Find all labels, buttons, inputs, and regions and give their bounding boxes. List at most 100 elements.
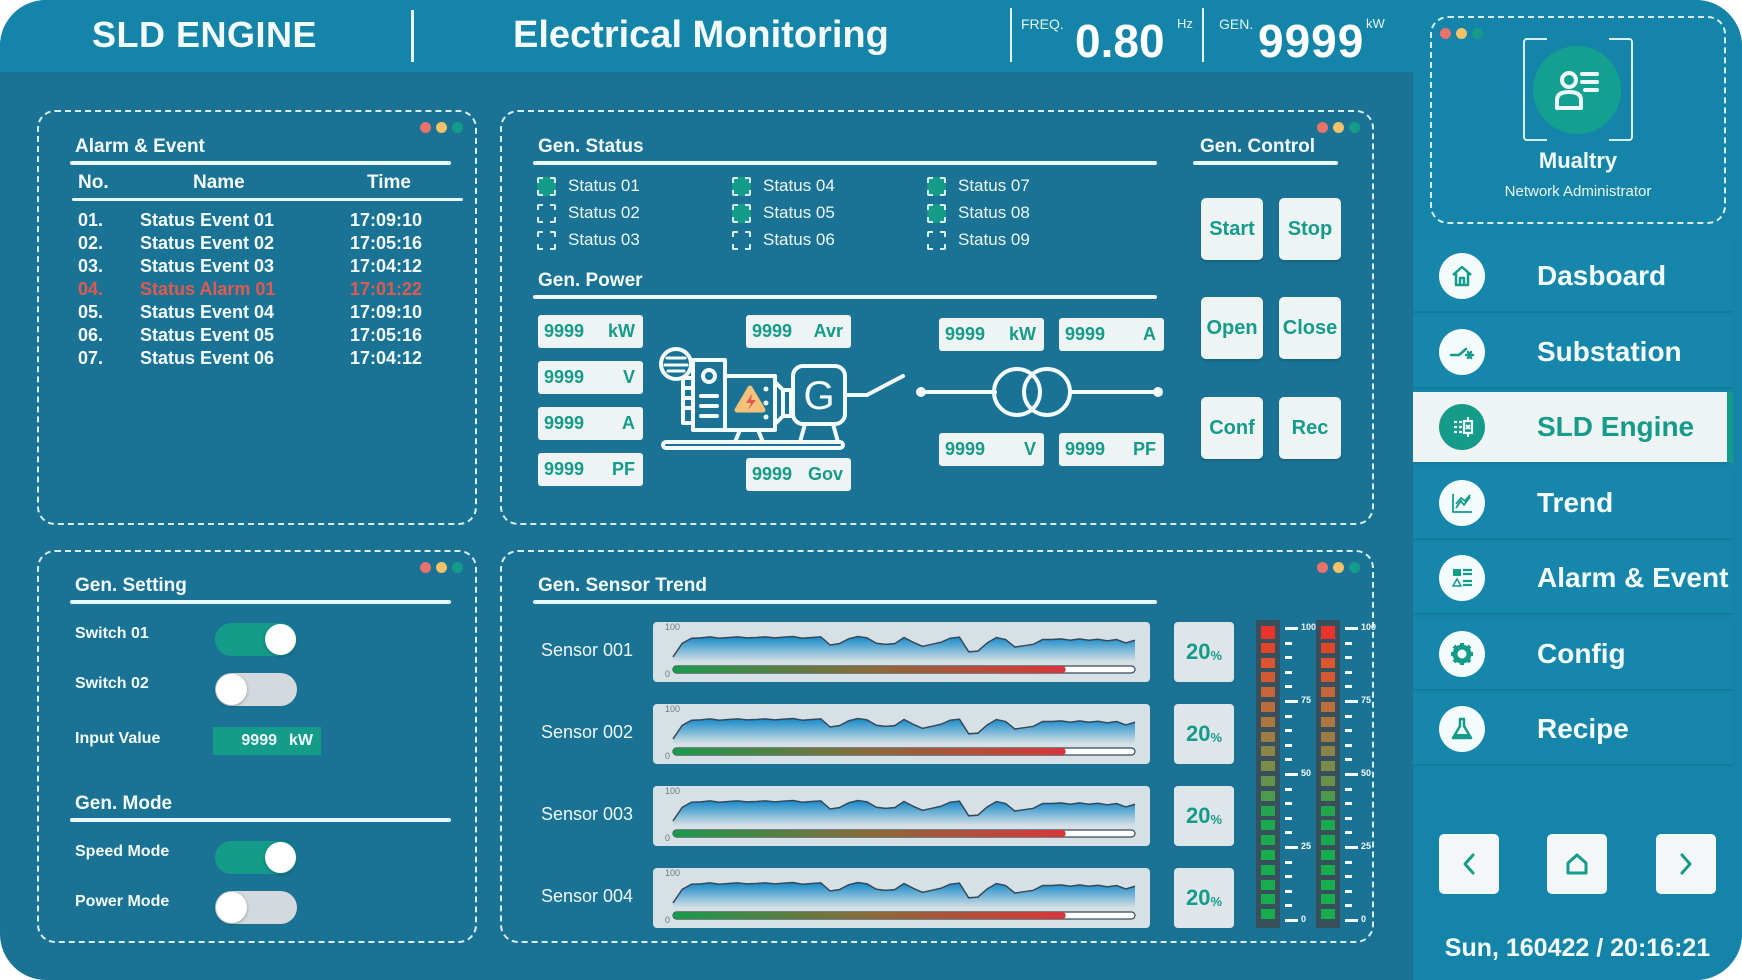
status-item[interactable]: Status 08 xyxy=(927,201,1030,225)
power-mode-toggle[interactable] xyxy=(215,891,297,924)
meter-segment xyxy=(1321,850,1335,860)
alarm-event-title: Alarm & Event xyxy=(75,136,205,157)
status-item[interactable]: Status 06 xyxy=(732,228,835,252)
nav-item-substation[interactable]: Substation xyxy=(1413,316,1733,389)
sensor-trend-chart xyxy=(672,881,1136,920)
meter-segment xyxy=(1261,672,1275,683)
alarm-row[interactable]: 04. Status Alarm 01 17:01:22 xyxy=(78,279,438,302)
sensor-percent: 20% xyxy=(1174,786,1234,846)
meter-segment xyxy=(1321,657,1335,668)
cell-no: 06. xyxy=(78,325,104,345)
gen-label: GEN. xyxy=(1219,16,1254,32)
cell-name: Status Event 05 xyxy=(140,325,275,345)
event-row[interactable]: 01. Status Event 01 17:09:10 xyxy=(78,210,438,233)
nav-item-recipe[interactable]: Recipe xyxy=(1413,694,1733,766)
table-header-line xyxy=(72,198,463,201)
switch-01-toggle[interactable] xyxy=(215,623,297,656)
window-dots xyxy=(1317,562,1360,573)
meter-tick xyxy=(1345,743,1352,747)
meter-tick xyxy=(1285,627,1298,630)
meter-segment xyxy=(1321,731,1335,742)
status-checkbox[interactable] xyxy=(927,230,946,250)
conf-button[interactable]: Conf xyxy=(1201,397,1263,459)
level-meter xyxy=(1316,620,1340,928)
nav-item-config[interactable]: Config xyxy=(1413,618,1733,691)
cell-name: Status Event 02 xyxy=(140,233,275,253)
meter-segment xyxy=(1261,894,1275,905)
user-role: Network Administrator xyxy=(1504,183,1652,200)
nav-item-alarm-event[interactable]: Alarm & Event xyxy=(1413,543,1733,615)
status-checkbox[interactable] xyxy=(732,176,751,196)
app-title: SLD ENGINE xyxy=(92,14,318,55)
event-row[interactable]: 06. Status Event 05 17:05:16 xyxy=(78,325,438,348)
gen-control-title: Gen. Control xyxy=(1200,136,1316,157)
avatar[interactable] xyxy=(1533,46,1621,134)
gen-value: 9999 xyxy=(1258,15,1365,67)
sensor-sparkline: 100 0 xyxy=(653,622,1150,682)
home-button[interactable] xyxy=(1547,834,1607,894)
status-checkbox[interactable] xyxy=(537,203,556,223)
cell-no: 03. xyxy=(78,256,104,276)
meter-segment xyxy=(1261,879,1275,890)
user-name: Mualtry xyxy=(1538,148,1618,173)
status-checkbox[interactable] xyxy=(537,230,556,250)
close-button[interactable]: Close xyxy=(1279,297,1341,359)
status-checkbox[interactable] xyxy=(537,176,556,196)
app-window: SLD ENGINE Electrical Monitoring FREQ. 0… xyxy=(0,0,1742,980)
event-row[interactable]: 07. Status Event 06 17:04:12 xyxy=(78,348,438,371)
meter-tick xyxy=(1285,670,1292,674)
forward-button[interactable] xyxy=(1656,834,1716,894)
status-item[interactable]: Status 02 xyxy=(537,201,640,225)
status-checkbox[interactable] xyxy=(927,176,946,196)
back-button[interactable] xyxy=(1439,834,1499,894)
meter-segment xyxy=(1321,879,1335,890)
window-dots xyxy=(420,122,463,133)
meter-segment xyxy=(1321,702,1335,712)
status-item[interactable]: Status 09 xyxy=(927,228,1030,252)
nav-item-dasboard[interactable]: Dasboard xyxy=(1413,241,1733,313)
meter-segment xyxy=(1261,731,1275,742)
event-row[interactable]: 02. Status Event 02 17:05:16 xyxy=(78,233,438,256)
section-underline xyxy=(533,600,1157,604)
meter-tick xyxy=(1285,641,1292,645)
event-row[interactable]: 05. Status Event 04 17:09:10 xyxy=(78,302,438,325)
status-item[interactable]: Status 04 xyxy=(732,174,835,198)
rec-button[interactable]: Rec xyxy=(1279,397,1341,459)
status-item[interactable]: Status 03 xyxy=(537,228,640,252)
open-button[interactable]: Open xyxy=(1201,297,1263,359)
start-button[interactable]: Start xyxy=(1201,198,1263,260)
event-row[interactable]: 03. Status Event 03 17:04:12 xyxy=(78,256,438,279)
meter-tick xyxy=(1285,919,1298,922)
status-checkbox[interactable] xyxy=(732,230,751,250)
meter-tick xyxy=(1345,758,1352,762)
meter-tick xyxy=(1285,860,1292,864)
nav-item-trend[interactable]: Trend xyxy=(1413,467,1733,540)
input-value-field[interactable]: 9999 kW xyxy=(213,727,321,755)
meter-segment xyxy=(1261,850,1275,860)
meter-segment xyxy=(1321,746,1335,757)
meter-tick xyxy=(1285,846,1298,849)
window-dots xyxy=(1317,122,1360,133)
sensor-sparkline: 100 0 xyxy=(653,786,1150,846)
section-underline xyxy=(70,161,451,165)
status-item[interactable]: Status 07 xyxy=(927,174,1030,198)
switch-02-toggle[interactable] xyxy=(215,673,297,706)
divider xyxy=(1202,8,1204,62)
toggle-knob xyxy=(216,674,247,705)
status-checkbox[interactable] xyxy=(732,203,751,223)
meter-tick xyxy=(1285,787,1292,791)
sensor-trend-chart xyxy=(672,717,1136,756)
trend-area xyxy=(673,636,1135,662)
meter-tick xyxy=(1345,846,1358,849)
speed-mode-toggle[interactable] xyxy=(215,841,297,874)
nav-label: Substation xyxy=(1537,335,1682,367)
status-checkbox[interactable] xyxy=(927,203,946,223)
top-bar: SLD ENGINE Electrical Monitoring FREQ. 0… xyxy=(0,0,1415,72)
status-item[interactable]: Status 05 xyxy=(732,201,835,225)
meter-segment xyxy=(1321,761,1335,772)
stop-button[interactable]: Stop xyxy=(1279,198,1341,260)
nav-item-sld-engine[interactable]: SLD Engine xyxy=(1413,392,1733,464)
meter-segment xyxy=(1261,835,1275,846)
status-item[interactable]: Status 01 xyxy=(537,174,640,198)
meter-tick-label: 100 xyxy=(1301,622,1317,632)
